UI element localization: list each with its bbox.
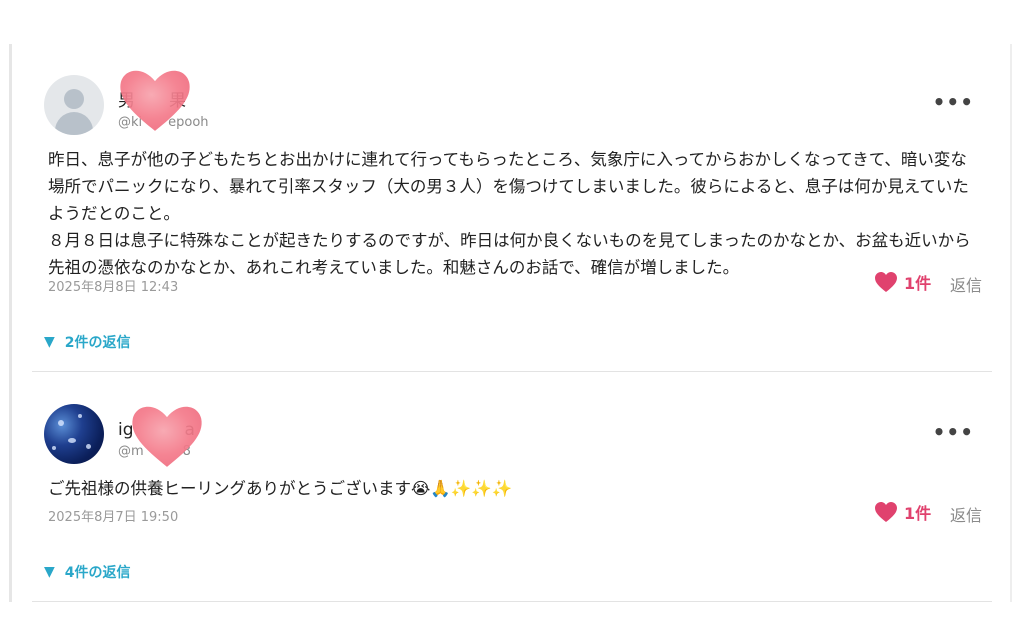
comment-item: ig a @m 8 ••• ご先祖様の供養ヒーリングありがとうございます😭🙏✨✨… bbox=[32, 386, 992, 601]
like-button[interactable]: 1件 bbox=[874, 500, 931, 524]
heart-icon bbox=[875, 272, 897, 292]
avatar-texture bbox=[52, 446, 56, 450]
replies-toggle-label: 2件の返信 bbox=[64, 335, 131, 351]
comment-date: 2025年8月8日 12:43 bbox=[48, 280, 179, 295]
comment-text: ご先祖様の供養ヒーリングありがとうございます😭🙏✨✨✨ bbox=[48, 479, 513, 498]
replies-toggle[interactable]: ▼ 2件の返信 bbox=[44, 332, 131, 352]
reply-button[interactable]: 返信 bbox=[950, 272, 982, 296]
triangle-down-icon: ▼ bbox=[44, 334, 55, 350]
like-count: 1件 bbox=[904, 274, 932, 293]
comment-text: 昨日、息子が他の子どもたちとお出かけに連れて行ってもらったところ、気象庁に入って… bbox=[48, 150, 971, 277]
right-border bbox=[1010, 44, 1012, 602]
comment-divider bbox=[32, 371, 992, 372]
like-button[interactable]: 1件 bbox=[874, 270, 931, 294]
replies-toggle-label: 4件の返信 bbox=[64, 565, 131, 581]
avatar-texture bbox=[68, 438, 76, 443]
avatar[interactable] bbox=[44, 404, 104, 464]
comment-item: 男 果 @ki epooh ••• 昨日、息子が他の子どもたちとお出かけに連れて… bbox=[32, 56, 992, 371]
more-options-icon[interactable]: ••• bbox=[933, 420, 974, 444]
comment-date: 2025年8月7日 19:50 bbox=[48, 510, 179, 525]
more-options-icon[interactable]: ••• bbox=[933, 90, 974, 114]
replies-toggle[interactable]: ▼ 4件の返信 bbox=[44, 562, 131, 582]
heart-sticker bbox=[132, 406, 202, 467]
avatar[interactable] bbox=[44, 75, 104, 135]
heart-sticker bbox=[120, 70, 190, 131]
like-count: 1件 bbox=[904, 504, 932, 523]
heart-icon bbox=[875, 502, 897, 522]
comment-divider bbox=[32, 601, 992, 602]
triangle-down-icon: ▼ bbox=[44, 564, 55, 580]
avatar-texture bbox=[58, 420, 64, 426]
avatar-texture bbox=[86, 444, 91, 449]
avatar-body-shape bbox=[55, 112, 93, 135]
avatar-head-shape bbox=[64, 89, 84, 109]
avatar-texture bbox=[78, 414, 82, 418]
left-border bbox=[9, 44, 12, 602]
reply-button[interactable]: 返信 bbox=[950, 502, 982, 526]
